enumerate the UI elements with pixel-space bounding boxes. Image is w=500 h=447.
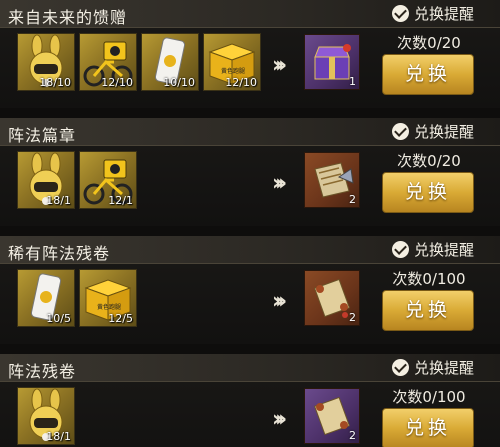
gold-box-icon[interactable]: 黄色跑腿 12/5	[79, 269, 137, 327]
box-label: 黄色跑腿	[97, 303, 121, 311]
remind-label: 兑换提醒	[413, 359, 474, 377]
scroll-map-icon[interactable]: 2	[304, 152, 360, 208]
gold-box-icon[interactable]: 黄色跑腿 12/10	[203, 33, 261, 91]
item-count: 10/5	[46, 312, 71, 325]
exchange-button[interactable]: 兑换	[382, 54, 474, 95]
section-title: 来自未来的馈赠	[8, 8, 128, 27]
section-header: 阵法篇章 兑换提醒	[0, 118, 500, 146]
exchange-times: 次数0/20	[397, 152, 461, 170]
checkbox-checked-icon[interactable]	[391, 359, 409, 376]
double-chevron-right-icon: ›››	[272, 53, 287, 78]
checkbox-checked-icon[interactable]	[391, 241, 409, 258]
section-title: 阵法残卷	[8, 362, 77, 381]
checkbox-checked-icon[interactable]	[391, 5, 409, 22]
rabbit-helmet-icon[interactable]: 18/1	[17, 151, 75, 209]
phone-icon[interactable]: 10/5	[17, 269, 75, 327]
item-count: 18/10	[39, 76, 71, 89]
exchange-times: 次数0/100	[392, 388, 466, 406]
item-count: 10/10	[163, 76, 195, 89]
box-label: 黄色跑腿	[221, 67, 245, 75]
item-count: 18/1	[46, 430, 71, 443]
remind-label: 兑换提醒	[413, 241, 474, 259]
double-chevron-right-icon: ›››	[272, 171, 287, 196]
phone-icon[interactable]: 10/10	[141, 33, 199, 91]
exchange-button[interactable]: 兑换	[382, 172, 474, 213]
exchange-section: 来自未来的馈赠 兑换提醒 18/10 12/10 10/10 黄色跑腿 12/1…	[0, 0, 500, 118]
exchange-button[interactable]: 兑换	[382, 290, 474, 331]
remind-toggle[interactable]: 兑换提醒	[391, 121, 474, 142]
remind-label: 兑换提醒	[413, 123, 474, 141]
section-title: 阵法篇章	[8, 126, 77, 145]
bicycle-icon[interactable]: 12/10	[79, 33, 137, 91]
exchange-button[interactable]: 兑换	[382, 408, 474, 447]
section-body: 18/1 ››› 2 次数0/100 兑换	[0, 382, 500, 447]
exchange-times: 次数0/100	[392, 270, 466, 288]
treasure-chest-icon[interactable]: 1	[304, 34, 360, 90]
exchange-times: 次数0/20	[397, 34, 461, 52]
reward-count: 1	[349, 75, 356, 88]
section-body: 10/5 黄色跑腿 12/5 ››› 2 次数0/100 兑换	[0, 264, 500, 344]
double-chevron-right-icon: ›››	[272, 289, 287, 314]
section-body: 18/1 12/1 ››› 2 次数0/20 兑换	[0, 146, 500, 226]
rabbit-helmet-icon[interactable]: 18/1	[17, 387, 75, 445]
section-body: 18/10 12/10 10/10 黄色跑腿 12/10 ››› 1 次数0/2…	[0, 28, 500, 108]
item-count: 12/10	[101, 76, 133, 89]
item-count: 12/1	[108, 194, 133, 207]
double-chevron-right-icon: ›››	[272, 407, 287, 432]
reward-count: 2	[349, 311, 356, 324]
item-count: 12/10	[225, 76, 257, 89]
ancient-scroll-icon[interactable]: 2	[304, 388, 360, 444]
remind-toggle[interactable]: 兑换提醒	[391, 3, 474, 24]
item-count: 18/1	[46, 194, 71, 207]
remind-toggle[interactable]: 兑换提醒	[391, 357, 474, 378]
reward-count: 2	[349, 193, 356, 206]
remind-label: 兑换提醒	[413, 5, 474, 23]
bicycle-icon[interactable]: 12/1	[79, 151, 137, 209]
exchange-section: 稀有阵法残卷 兑换提醒 10/5 黄色跑腿 12/5 ››› 2 次数0/100…	[0, 236, 500, 354]
section-header: 来自未来的馈赠 兑换提醒	[0, 0, 500, 28]
exchange-section: 阵法残卷 兑换提醒 18/1 ››› 2 次数0/100 兑换	[0, 354, 500, 447]
item-count: 12/5	[108, 312, 133, 325]
exchange-section: 阵法篇章 兑换提醒 18/1 12/1 ››› 2 次数0/20 兑换	[0, 118, 500, 236]
ancient-scroll-icon[interactable]: 2	[304, 270, 360, 326]
rabbit-helmet-icon[interactable]: 18/10	[17, 33, 75, 91]
checkbox-checked-icon[interactable]	[391, 123, 409, 140]
reward-count: 2	[349, 429, 356, 442]
section-header: 阵法残卷 兑换提醒	[0, 354, 500, 382]
remind-toggle[interactable]: 兑换提醒	[391, 239, 474, 260]
section-header: 稀有阵法残卷 兑换提醒	[0, 236, 500, 264]
section-title: 稀有阵法残卷	[8, 244, 111, 263]
